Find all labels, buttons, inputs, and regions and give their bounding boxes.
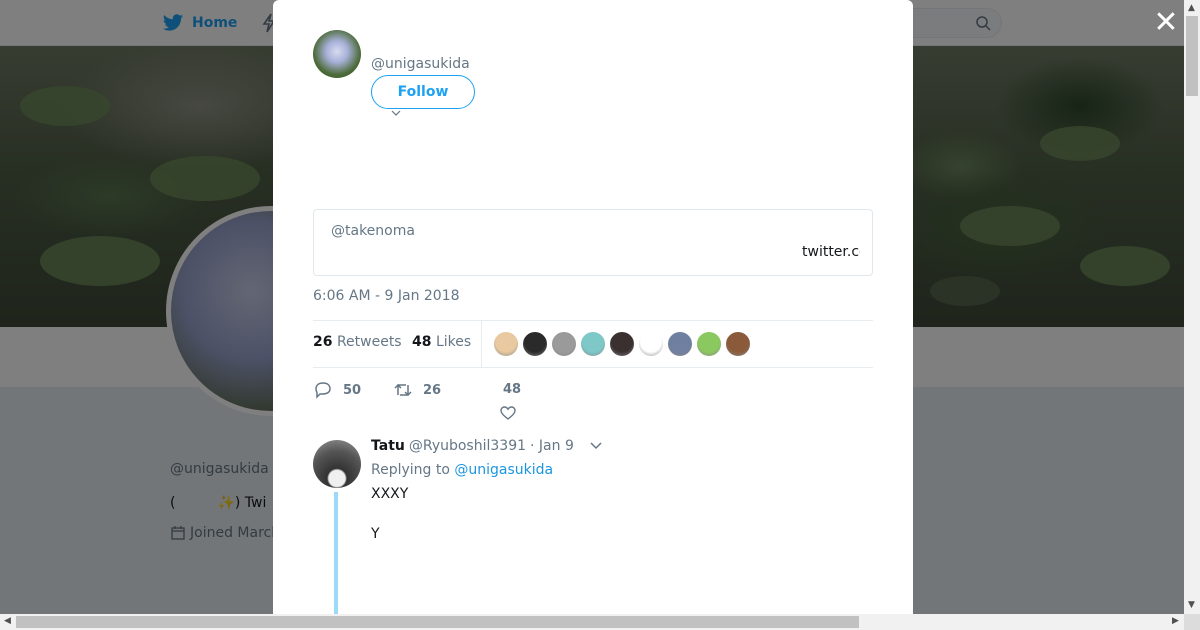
stats-divider [481, 321, 482, 367]
follow-button[interactable]: Follow [371, 75, 475, 109]
scroll-down-icon[interactable]: ▼ [1188, 600, 1195, 610]
scroll-up-icon[interactable]: ▲ [1188, 3, 1195, 13]
replying-prefix: Replying to [371, 462, 450, 478]
liker-avatar[interactable] [725, 331, 751, 357]
reply-author-handle[interactable]: @Ryuboshil3391 [409, 438, 526, 454]
reply-text-line: Y [371, 526, 380, 542]
liker-avatar[interactable] [667, 331, 693, 357]
reply-header: Tatu @Ryuboshil3391 · Jan 9 [371, 438, 602, 454]
horizontal-scroll-thumb[interactable] [16, 616, 859, 628]
chevron-down-icon[interactable] [590, 442, 602, 450]
likes-count: 48 [412, 334, 432, 350]
like-count: 48 [503, 382, 522, 397]
chevron-down-icon[interactable] [391, 110, 401, 116]
retweets-label: Retweets [336, 334, 402, 350]
retweet-count: 26 [423, 382, 442, 398]
thread-line [334, 492, 338, 614]
liker-avatars [493, 331, 751, 357]
reply-avatar[interactable] [313, 440, 361, 488]
close-icon[interactable]: ✕ [1153, 8, 1179, 38]
retweets-count: 26 [313, 334, 333, 350]
retweet-button[interactable]: 26 [393, 380, 441, 400]
reply-button[interactable]: 50 [313, 380, 361, 400]
vertical-scroll-thumb[interactable] [1186, 16, 1198, 96]
heart-icon[interactable] [499, 404, 517, 422]
likes-label: Likes [435, 334, 472, 350]
tweet-stats: 26 Retweets 48 Likes [313, 320, 873, 368]
replying-to: Replying to @unigasukida [371, 462, 553, 478]
scroll-left-icon[interactable]: ◀ [4, 616, 11, 626]
liker-avatar[interactable] [580, 331, 606, 357]
scrollbar-corner [1184, 614, 1200, 630]
author-avatar[interactable] [313, 30, 361, 78]
liker-avatar[interactable] [638, 331, 664, 357]
liker-avatar[interactable] [609, 331, 635, 357]
quoted-tweet-card[interactable]: @takenoma twitter.com [313, 209, 873, 276]
retweet-icon [394, 383, 412, 397]
reply-icon [315, 382, 331, 399]
liker-avatar[interactable] [522, 331, 548, 357]
liker-avatar[interactable] [493, 331, 519, 357]
tweet-modal: @unigasukida Follow @takenoma twitter.co… [273, 0, 913, 614]
tweet-timestamp[interactable]: 6:06 AM - 9 Jan 2018 [313, 288, 460, 304]
reply-text-line: XXXY [371, 486, 409, 502]
replying-to-link[interactable]: @unigasukida [454, 462, 553, 478]
tweet-actions: 50 26 48 [313, 378, 873, 420]
liker-avatar[interactable] [551, 331, 577, 357]
reply-date[interactable]: · Jan 9 [530, 438, 574, 454]
quoted-handle: @takenoma [331, 223, 415, 239]
horizontal-scrollbar[interactable]: ◀ ▶ [0, 614, 1184, 630]
reply-author-name[interactable]: Tatu [371, 438, 405, 454]
scroll-right-icon[interactable]: ▶ [1172, 616, 1179, 626]
quoted-link[interactable]: twitter.com [802, 244, 860, 260]
retweets-stat[interactable]: 26 Retweets [313, 334, 402, 350]
vertical-scrollbar[interactable]: ▲ ▼ [1184, 0, 1200, 614]
author-handle[interactable]: @unigasukida [371, 56, 470, 72]
likes-stat[interactable]: 48 Likes [412, 334, 471, 350]
liker-avatar[interactable] [696, 331, 722, 357]
reply-count: 50 [343, 382, 362, 398]
